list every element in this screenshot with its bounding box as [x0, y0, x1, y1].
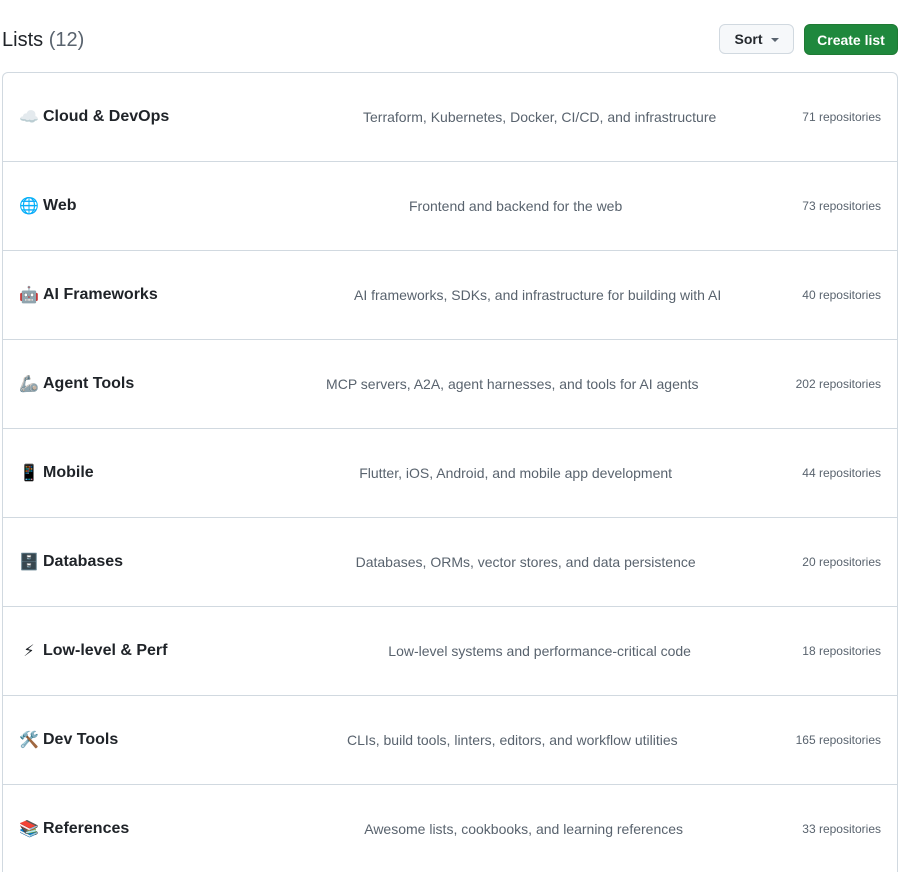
page-title: Lists (12): [2, 29, 84, 51]
cloud-icon: ☁️: [19, 107, 39, 126]
list-description: Flutter, iOS, Android, and mobile app de…: [359, 465, 673, 481]
list-description: Awesome lists, cookbooks, and learning r…: [364, 821, 684, 837]
list-name-text[interactable]: References: [43, 820, 129, 838]
list-name[interactable]: 📱 Mobile: [19, 463, 249, 483]
lists-container: ☁️ Cloud & DevOps Terraform, Kubernetes,…: [2, 72, 898, 872]
list-item[interactable]: 🛠️ Dev Tools CLIs, build tools, linters,…: [3, 696, 897, 785]
list-description: MCP servers, A2A, agent harnesses, and t…: [326, 376, 699, 392]
repository-count: 44 repositories: [802, 466, 881, 480]
repository-count: 73 repositories: [802, 199, 881, 213]
list-description: Terraform, Kubernetes, Docker, CI/CD, an…: [363, 109, 717, 125]
list-name[interactable]: ☁️ Cloud & DevOps: [19, 107, 249, 127]
list-description: Databases, ORMs, vector stores, and data…: [355, 554, 696, 570]
list-name-text[interactable]: Web: [43, 197, 76, 215]
sort-button[interactable]: Sort: [719, 24, 794, 54]
list-description-wrap: Flutter, iOS, Android, and mobile app de…: [249, 463, 802, 483]
list-description-wrap: CLIs, build tools, linters, editors, and…: [249, 730, 796, 750]
mobile-phone-icon: 📱: [19, 463, 39, 482]
repository-count: 33 repositories: [802, 822, 881, 836]
lightning-icon: ⚡: [23, 641, 35, 660]
books-icon: 📚: [19, 819, 39, 838]
list-name[interactable]: 📚 References: [19, 819, 249, 839]
list-description: Low-level systems and performance-critic…: [388, 643, 691, 659]
list-description: Frontend and backend for the web: [409, 198, 623, 214]
list-name[interactable]: ⚡ Low-level & Perf: [19, 641, 249, 661]
repository-count: 18 repositories: [802, 644, 881, 658]
list-description-wrap: Databases, ORMs, vector stores, and data…: [249, 552, 802, 572]
repository-count: 20 repositories: [802, 555, 881, 569]
list-item[interactable]: 📱 Mobile Flutter, iOS, Android, and mobi…: [3, 429, 897, 518]
list-name[interactable]: 🌐 Web: [19, 196, 249, 216]
caret-down-icon: [770, 37, 779, 42]
page-title-text: Lists: [2, 29, 44, 51]
lists-header: Lists (12) Sort Create list: [0, 24, 899, 56]
list-item[interactable]: 🦾 Agent Tools MCP servers, A2A, agent ha…: [3, 340, 897, 429]
list-name-text[interactable]: Low-level & Perf: [43, 642, 167, 660]
list-name-text[interactable]: Databases: [43, 553, 123, 571]
list-description: CLIs, build tools, linters, editors, and…: [346, 732, 678, 748]
list-item[interactable]: ☁️ Cloud & DevOps Terraform, Kubernetes,…: [3, 73, 897, 162]
create-list-button[interactable]: Create list: [804, 24, 898, 55]
mechanical-arm-icon: 🦾: [19, 374, 39, 393]
list-item[interactable]: 🌐 Web Frontend and backend for the web 7…: [3, 162, 897, 251]
list-description-wrap: Frontend and backend for the web: [249, 196, 802, 216]
repository-count: 165 repositories: [795, 733, 881, 747]
list-description: AI frameworks, SDKs, and infrastructure …: [354, 287, 722, 303]
sort-button-label: Sort: [734, 31, 763, 47]
tools-icon: 🛠️: [19, 730, 39, 749]
create-list-label: Create list: [817, 31, 885, 48]
list-description-wrap: Terraform, Kubernetes, Docker, CI/CD, an…: [249, 107, 802, 127]
list-description-wrap: Awesome lists, cookbooks, and learning r…: [249, 819, 802, 839]
list-description-wrap: AI frameworks, SDKs, and infrastructure …: [249, 285, 802, 305]
list-name-text[interactable]: Mobile: [43, 464, 94, 482]
globe-icon: 🌐: [19, 196, 39, 215]
file-cabinet-icon: 🗄️: [19, 552, 39, 571]
list-name-text[interactable]: Cloud & DevOps: [43, 108, 169, 126]
list-name[interactable]: 🦾 Agent Tools: [19, 374, 249, 394]
list-description-wrap: MCP servers, A2A, agent harnesses, and t…: [249, 374, 796, 394]
list-count: (12): [48, 29, 85, 51]
list-item[interactable]: 🤖 AI Frameworks AI frameworks, SDKs, and…: [3, 251, 897, 340]
list-name[interactable]: 🤖 AI Frameworks: [19, 285, 249, 305]
list-name[interactable]: 🗄️ Databases: [19, 552, 249, 572]
list-item[interactable]: 📚 References Awesome lists, cookbooks, a…: [3, 785, 897, 872]
list-name-text[interactable]: AI Frameworks: [43, 286, 158, 304]
list-name-text[interactable]: Agent Tools: [43, 375, 134, 393]
list-name-text[interactable]: Dev Tools: [43, 731, 118, 749]
robot-icon: 🤖: [19, 285, 39, 304]
repository-count: 40 repositories: [802, 288, 881, 302]
list-item[interactable]: ⚡ Low-level & Perf Low-level systems and…: [3, 607, 897, 696]
list-item[interactable]: 🗄️ Databases Databases, ORMs, vector sto…: [3, 518, 897, 607]
list-name[interactable]: 🛠️ Dev Tools: [19, 730, 249, 750]
repository-count: 202 repositories: [795, 377, 881, 391]
list-description-wrap: Low-level systems and performance-critic…: [249, 641, 802, 661]
repository-count: 71 repositories: [802, 110, 881, 124]
